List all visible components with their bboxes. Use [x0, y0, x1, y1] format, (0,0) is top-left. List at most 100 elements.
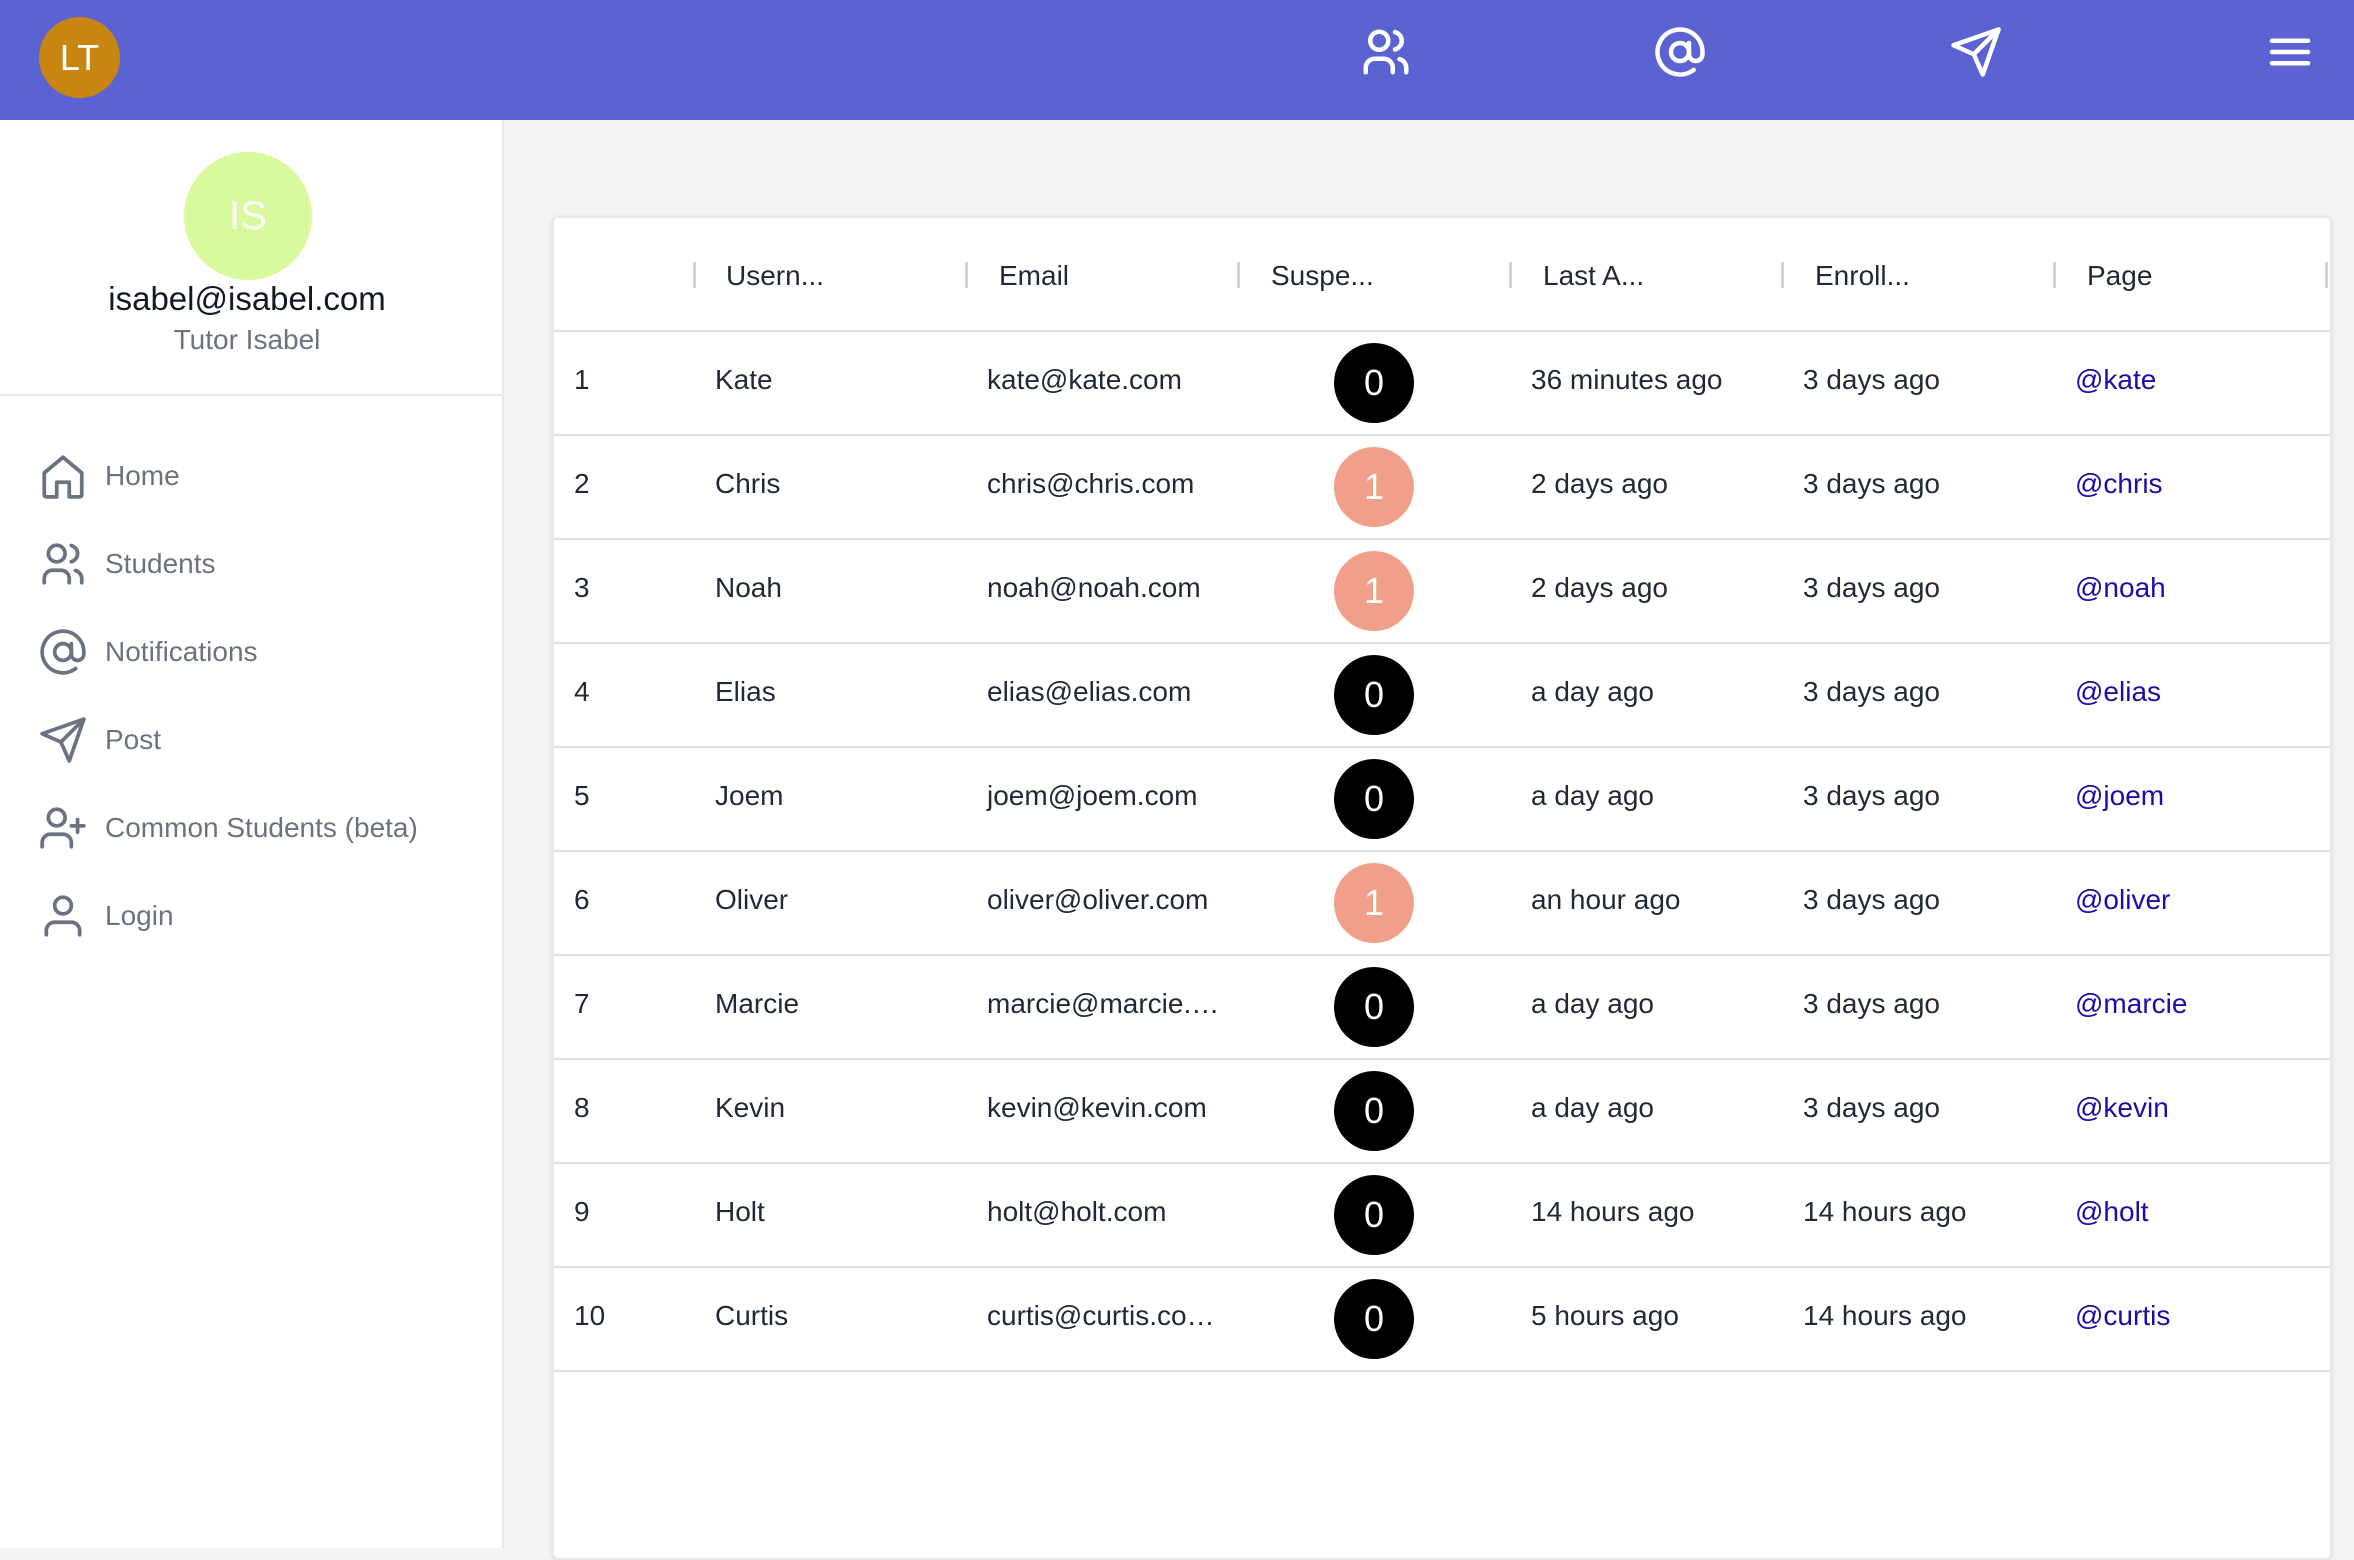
top-app-bar: LT [0, 0, 2354, 120]
menu-icon[interactable] [2262, 24, 2318, 80]
profile-card: IS isabel@isabel.com Tutor Isabel [0, 120, 502, 396]
cell-email: elias@elias.com [987, 676, 1192, 707]
cell-enrolled: 3 days ago [1803, 1092, 1940, 1123]
table-row[interactable]: 10 Curtis curtis@curtis.co… 5 hours ago 14 h… [554, 1266, 2330, 1372]
cell-page-link[interactable]: @joem [2075, 780, 2164, 812]
send-icon [40, 717, 86, 763]
column-separator[interactable] [1781, 262, 1784, 288]
column-separator[interactable] [693, 262, 696, 288]
cell-enrolled: 3 days ago [1803, 468, 1940, 499]
users-icon [42, 543, 84, 585]
column-header-suspended[interactable]: Suspe... [1271, 260, 1374, 292]
cell-username: Oliver [715, 884, 789, 915]
cell-email: oliver@oliver.com [987, 884, 1209, 915]
cell-email: chris@chris.com [987, 468, 1195, 499]
column-header-page[interactable]: Page [2087, 260, 2152, 292]
cell-index: 9 [574, 1196, 590, 1227]
app-avatar[interactable]: LT [39, 17, 120, 98]
column-header-last-active[interactable]: Last A... [1543, 260, 1644, 292]
table-row[interactable]: 7 Marcie marcie@marcie.… a day ago 3 days ag… [554, 954, 2330, 1060]
cell-index: 4 [574, 676, 590, 707]
column-separator[interactable] [2325, 262, 2328, 288]
column-separator[interactable] [965, 262, 968, 288]
sidebar-item-common-students[interactable]: Common Students (beta) [0, 784, 494, 872]
table-row[interactable]: 1 Kate kate@kate.com 36 minutes ago 3 days a… [554, 330, 2330, 436]
suspended-count-badge: 0 [1334, 1071, 1414, 1151]
cell-page-link[interactable]: @kate [2075, 364, 2156, 396]
cell-last-active: 2 days ago [1531, 468, 1668, 499]
cell-email: noah@noah.com [987, 572, 1201, 603]
cell-email: kevin@kevin.com [987, 1092, 1207, 1123]
table-row[interactable]: 3 Noah noah@noah.com 2 days ago 3 days ago @n… [554, 538, 2330, 644]
cell-enrolled: 14 hours ago [1803, 1300, 1967, 1331]
sidebar-item-label: Common Students (beta) [105, 812, 418, 843]
column-header-enrolled[interactable]: Enroll... [1815, 260, 1910, 292]
profile-avatar[interactable]: IS [184, 152, 312, 280]
sidebar-item-home[interactable]: Home [0, 432, 494, 520]
cell-username: Kate [715, 364, 773, 395]
table-row[interactable]: 4 Elias elias@elias.com a day ago 3 days ago… [554, 642, 2330, 748]
table-header-row: Usern... Email Suspe... Last A... Enroll… [554, 218, 2330, 332]
sidebar-nav: Home Students Notifications Post Common … [0, 432, 494, 960]
suspended-count-badge: 1 [1334, 447, 1414, 527]
cell-username: Joem [715, 780, 784, 811]
table-row[interactable]: 2 Chris chris@chris.com 2 days ago 3 days ag… [554, 434, 2330, 540]
suspended-count-badge: 0 [1334, 759, 1414, 839]
cell-last-active: a day ago [1531, 988, 1654, 1019]
suspended-count-badge: 0 [1334, 1175, 1414, 1255]
sidebar-item-post[interactable]: Post [0, 696, 494, 784]
table-row[interactable]: 9 Holt holt@holt.com 14 hours ago 14 hours a… [554, 1162, 2330, 1268]
cell-last-active: 2 days ago [1531, 572, 1668, 603]
cell-page-link[interactable]: @holt [2075, 1196, 2149, 1228]
cell-email: curtis@curtis.co… [987, 1300, 1215, 1331]
table-row[interactable]: 8 Kevin kevin@kevin.com a day ago 3 days ago… [554, 1058, 2330, 1164]
sidebar-item-label: Login [105, 900, 174, 931]
send-icon[interactable] [1948, 24, 2004, 80]
cell-last-active: a day ago [1531, 1092, 1654, 1123]
cell-last-active: a day ago [1531, 676, 1654, 707]
cell-username: Holt [715, 1196, 765, 1227]
suspended-count-badge: 0 [1334, 967, 1414, 1047]
sidebar-item-login[interactable]: Login [0, 872, 494, 960]
cell-username: Marcie [715, 988, 800, 1019]
column-header-email[interactable]: Email [999, 260, 1069, 292]
cell-enrolled: 3 days ago [1803, 988, 1940, 1019]
profile-name: Tutor Isabel [173, 324, 321, 355]
suspended-count-badge: 0 [1334, 1279, 1414, 1359]
cell-email: joem@joem.com [987, 780, 1198, 811]
column-separator[interactable] [2053, 262, 2056, 288]
cell-page-link[interactable]: @marcie [2075, 988, 2187, 1020]
cell-index: 2 [574, 468, 590, 499]
suspended-count-badge: 1 [1334, 863, 1414, 943]
students-table-card: Usern... Email Suspe... Last A... Enroll… [552, 216, 2332, 1560]
cell-username: Elias [715, 676, 776, 707]
cell-page-link[interactable]: @elias [2075, 676, 2161, 708]
profile-email: isabel@isabel.com [108, 280, 386, 317]
cell-page-link[interactable]: @kevin [2075, 1092, 2169, 1124]
column-separator[interactable] [1509, 262, 1512, 288]
suspended-count-badge: 0 [1334, 343, 1414, 423]
sidebar-item-label: Post [105, 724, 162, 755]
sidebar-item-label: Notifications [105, 636, 258, 667]
cell-page-link[interactable]: @noah [2075, 572, 2166, 604]
at-sign-icon[interactable] [1652, 24, 1708, 80]
column-separator[interactable] [1237, 262, 1240, 288]
cell-email: holt@holt.com [987, 1196, 1167, 1227]
sidebar-item-students[interactable]: Students [0, 520, 494, 608]
cell-index: 6 [574, 884, 590, 915]
sidebar-item-notifications[interactable]: Notifications [0, 608, 494, 696]
cell-username: Curtis [715, 1300, 789, 1331]
users-icon[interactable] [1358, 24, 1414, 80]
suspended-count-badge: 1 [1334, 551, 1414, 631]
home-icon [42, 455, 84, 499]
cell-email: kate@kate.com [987, 364, 1182, 395]
cell-enrolled: 3 days ago [1803, 676, 1940, 707]
column-header-username[interactable]: Usern... [726, 260, 824, 292]
table-row[interactable]: 6 Oliver oliver@oliver.com an hour ago 3 day… [554, 850, 2330, 956]
at-sign-icon [40, 629, 86, 675]
cell-page-link[interactable]: @curtis [2075, 1300, 2170, 1332]
cell-page-link[interactable]: @chris [2075, 468, 2163, 500]
cell-page-link[interactable]: @oliver [2075, 884, 2170, 916]
table-row[interactable]: 5 Joem joem@joem.com a day ago 3 days ago @jo… [554, 746, 2330, 852]
cell-last-active: 14 hours ago [1531, 1196, 1695, 1227]
